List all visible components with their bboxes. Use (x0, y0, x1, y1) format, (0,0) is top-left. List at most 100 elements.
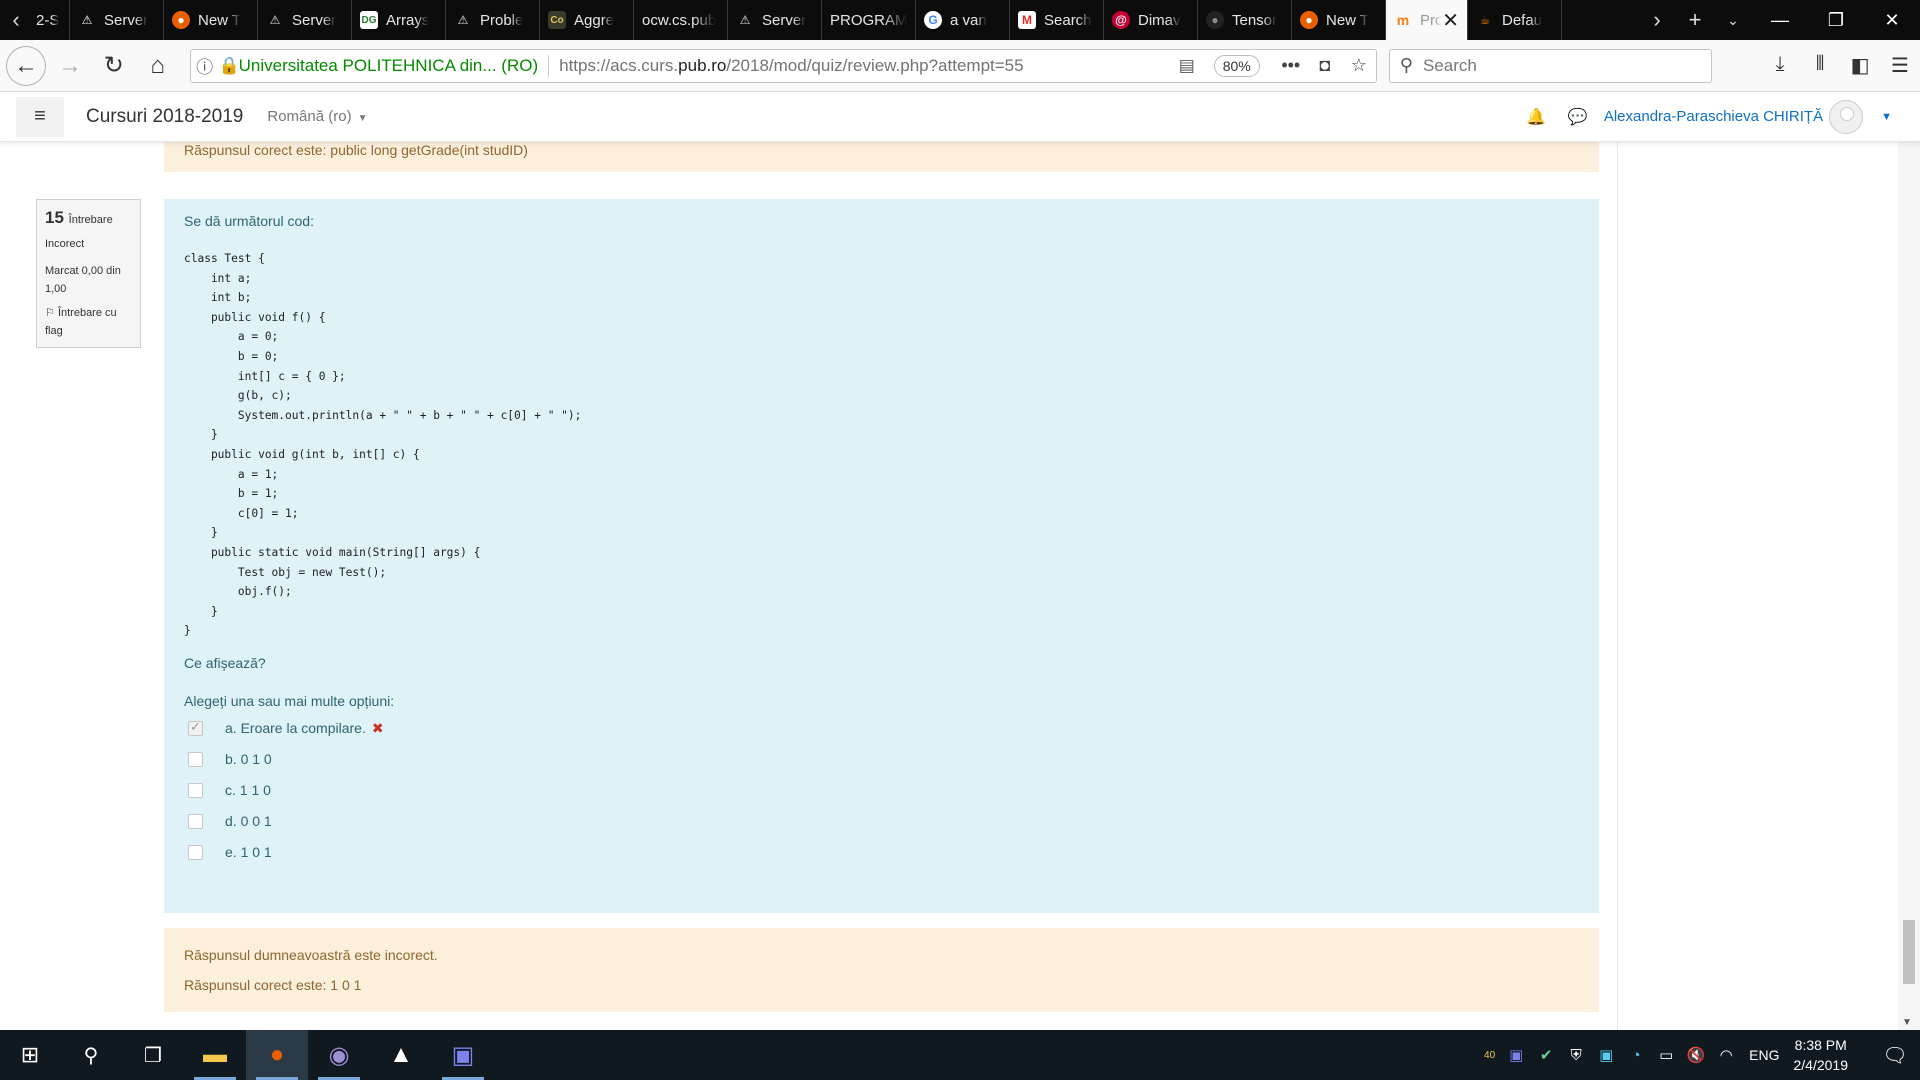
windows-taskbar: ⊞ ⚲ ❐ ▬ ● ◉ ▲ ▣ 40 ▣ ✔ ⛨ ▣ ◔ ▭ 🔇 ◠ ENG 8… (0, 1030, 1920, 1080)
user-menu-caret-icon[interactable]: ▼ (1881, 111, 1892, 123)
downloads-icon[interactable]: ⤓ (1760, 53, 1800, 78)
list-all-tabs-icon[interactable]: ⌄ (1714, 12, 1752, 29)
windows-start-icon[interactable]: ⊞ (0, 1030, 60, 1080)
eclipse-icon[interactable]: ◉ (308, 1030, 370, 1080)
option-a-checkbox[interactable] (188, 719, 203, 736)
firefox-taskbar-icon[interactable]: ● (246, 1030, 308, 1080)
close-window-icon[interactable]: ✕ (1864, 0, 1920, 40)
gmail-icon: M (1018, 11, 1036, 29)
flag-question-link[interactable]: ⚐ Întrebare cu flag (45, 304, 132, 340)
scrollbar-thumb[interactable] (1903, 920, 1915, 984)
bookmark-star-icon[interactable]: ☆ (1342, 55, 1376, 76)
info-icon[interactable]: ⓘ (191, 53, 219, 78)
teams-tray-icon[interactable]: ▣ (1501, 1046, 1531, 1064)
java-icon: ☕ (1479, 13, 1491, 27)
back-icon[interactable]: ← (6, 45, 46, 86)
teams-icon[interactable]: ▣ (432, 1030, 494, 1080)
tab-2[interactable]: ● New T (164, 0, 258, 40)
tab-3[interactable]: ⚠ Server (258, 0, 352, 40)
library-icon[interactable]: ⫴ (1800, 53, 1840, 78)
divider (548, 54, 550, 77)
tab-0[interactable]: 2-S (32, 0, 70, 40)
option-c-checkbox[interactable] (188, 782, 203, 798)
app-tray-icon[interactable]: ▣ (1591, 1046, 1621, 1064)
option-a[interactable]: a. Eroare la compilare. ✖ (184, 713, 1579, 744)
menu-icon[interactable]: ☰ (1880, 53, 1920, 78)
tab-13[interactable]: ● Tensor (1198, 0, 1292, 40)
task-view-icon[interactable]: ❐ (122, 1030, 184, 1080)
tab-12[interactable]: @ Dimav (1104, 0, 1198, 40)
user-name[interactable]: Alexandra-Paraschieva CHIRIȚĂ (1604, 108, 1823, 125)
search-input[interactable]: ⚲ Search (1388, 48, 1713, 83)
language-menu[interactable]: Română (ro) ▼ (267, 108, 367, 125)
scroll-tabs-left-icon[interactable]: ‹ (0, 0, 32, 40)
page-actions-icon[interactable]: ••• (1274, 55, 1308, 76)
tab-15-active[interactable]: m Pro ✕ (1386, 0, 1468, 40)
sidebar-icon[interactable]: ◧ (1840, 53, 1880, 78)
scroll-down-icon[interactable]: ▼ (1902, 1017, 1912, 1028)
toolbar-buttons: ⤓ ⫴ ◧ ☰ (1760, 53, 1920, 78)
forward-icon[interactable]: → (50, 46, 90, 86)
sync-icon[interactable]: ◔ (1621, 1047, 1651, 1064)
tab-14[interactable]: ● New T (1292, 0, 1386, 40)
security-icon[interactable]: ⛨ (1561, 1047, 1591, 1064)
chevron-down-icon: ▼ (357, 113, 368, 124)
tab-16[interactable]: ☕ Defau (1468, 0, 1562, 40)
answer-block: Alegeți una sau mai multe opțiuni: a. Er… (184, 693, 1579, 868)
volume-muted-icon[interactable]: 🔇 (1681, 1046, 1711, 1064)
page-scrollbar[interactable]: ▼ (1898, 142, 1920, 1030)
option-d[interactable]: d. 0 0 1 (184, 806, 1579, 837)
option-c[interactable]: c. 1 1 0 (184, 775, 1579, 806)
github-icon: ● (1206, 11, 1224, 29)
home-icon[interactable]: ⌂ (138, 46, 178, 86)
drawer-toggle-button[interactable]: ≡ (16, 96, 64, 137)
avatar[interactable] (1829, 99, 1864, 134)
battery-icon[interactable]: ▭ (1651, 1046, 1681, 1064)
network-check-icon[interactable]: ✔ (1531, 1046, 1561, 1064)
messages-icon[interactable]: 💬 (1568, 107, 1588, 127)
tab-9[interactable]: PROGRAM (822, 0, 916, 40)
tab-4[interactable]: DG Arrays (352, 0, 446, 40)
url-bar[interactable]: ⓘ 🔒 Universitatea POLITEHNICA din... (RO… (189, 48, 1377, 83)
option-e-checkbox[interactable] (188, 844, 203, 860)
option-b[interactable]: b. 0 1 0 (184, 744, 1579, 775)
restore-icon[interactable]: ❐ (1808, 0, 1864, 40)
moodle-icon: m (1396, 12, 1410, 28)
clock[interactable]: 8:38 PM 2/4/2019 (1794, 1035, 1849, 1075)
tab-7[interactable]: ocw.cs.pub (634, 0, 728, 40)
tab-11[interactable]: M Search (1010, 0, 1104, 40)
wifi-icon[interactable]: ◠ (1711, 1046, 1741, 1064)
option-d-checkbox[interactable] (188, 813, 203, 829)
notifications-icon[interactable]: 🗨 (1870, 1043, 1920, 1068)
notification-bell-icon[interactable]: 🔔 (1526, 107, 1546, 127)
url-text[interactable]: https://acs.curs.pub.ro/2018/mod/quiz/re… (559, 56, 1172, 76)
site-name[interactable]: Cursuri 2018-2019 (86, 106, 243, 128)
scroll-tabs-right-icon[interactable]: › (1638, 7, 1676, 33)
close-tab-icon[interactable]: ✕ (1442, 8, 1459, 33)
tab-1[interactable]: ⚠ Server (70, 0, 164, 40)
minimize-icon[interactable]: — (1752, 0, 1808, 40)
search-taskbar-icon[interactable]: ⚲ (60, 1030, 122, 1080)
question-prompt: Ce afișează? (184, 654, 266, 671)
input-language[interactable]: ENG (1749, 1047, 1779, 1063)
tab-10[interactable]: Ga van (916, 0, 1010, 40)
photos-icon[interactable]: ▲ (370, 1030, 432, 1080)
page-content: Răspunsul corect este: public long getGr… (0, 142, 1920, 1030)
option-b-checkbox[interactable] (188, 751, 203, 767)
window-controls: — ❐ ✕ (1752, 0, 1920, 40)
pocket-icon[interactable]: ◘ (1308, 55, 1342, 76)
reader-view-icon[interactable]: ▤ (1172, 56, 1202, 76)
question-state: Incorect (45, 238, 85, 250)
firefox-icon: ● (172, 11, 190, 29)
lock-icon[interactable]: 🔒 (219, 56, 240, 76)
tab-8[interactable]: ⚠ Server (728, 0, 822, 40)
tab-5[interactable]: ⚠ Proble (446, 0, 540, 40)
tab-6[interactable]: Co Aggre (540, 0, 634, 40)
site-identity[interactable]: Universitatea POLITEHNICA din... (RO) (239, 56, 538, 76)
file-explorer-icon[interactable]: ▬ (184, 1030, 246, 1080)
reload-icon[interactable]: ↻ (94, 46, 134, 86)
option-e[interactable]: e. 1 0 1 (184, 837, 1579, 868)
zoom-indicator[interactable]: 80% (1213, 54, 1260, 77)
new-tab-icon[interactable]: + (1676, 7, 1714, 33)
warning-icon: ⚠ (269, 13, 281, 27)
